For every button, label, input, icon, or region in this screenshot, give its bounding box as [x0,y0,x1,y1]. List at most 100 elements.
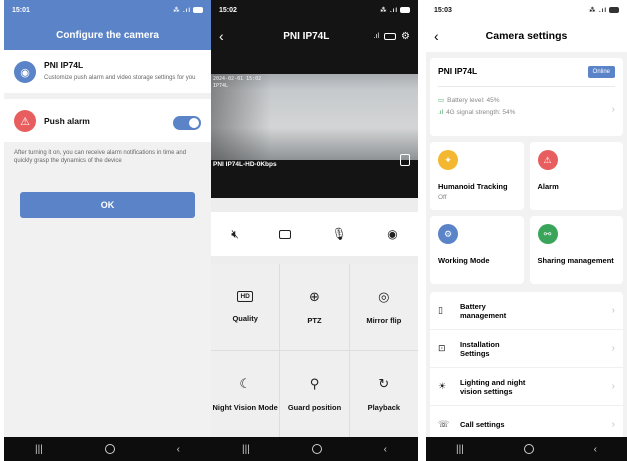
chevron-right-icon: › [611,104,615,115]
home-icon[interactable] [104,444,115,454]
tile-working-mode[interactable]: ⚙ Working Mode [430,216,524,284]
home-icon[interactable] [311,444,322,454]
feature-grid: HD Quality ⊕ PTZ ◎ Mirror flip ☾ Night V… [211,264,418,437]
guard-position-icon: ⚲ [309,375,320,391]
humanoid-tracking-icon: ✦ [438,150,458,170]
push-alarm-toggle[interactable] [173,115,201,130]
device-name: PNI IP74L [44,60,84,70]
list-item-installation-settings[interactable]: ⊡ Installation Settings › [430,330,623,368]
sharing-icon: ⚯ [537,224,558,244]
settings-gear-icon[interactable]: ⚙ [401,31,410,42]
fullscreen-icon[interactable] [400,154,410,166]
page-title: Camera settings [485,30,568,42]
tile-sublabel: Off [438,194,447,201]
settings-tiles: ✦ Humanoid Tracking Off ⚠ Alarm ⚙ Workin… [430,142,623,284]
signal-icon: ⁂ .ıl [173,7,191,14]
microphone-icon[interactable]: 🎙︎ [332,227,347,241]
feature-label: Quality [232,314,258,323]
list-item-label: Battery [460,301,486,311]
video-osd-timestamp: 2024-02-01 15:02 [213,76,262,82]
video-osd: 2024-02-01 15:02 IP74L [213,76,261,89]
status-time: 15:01 [12,6,30,14]
feature-guard-position[interactable]: ⚲ Guard position [280,351,349,437]
status-bar: 15:02 ⁂ .ıl [211,0,418,20]
status-time: 15:02 [219,6,237,14]
battery-status-icon [384,32,397,40]
back-button[interactable]: ‹ [219,28,239,44]
configure-camera-screen: 15:01 ⁂ .ıl Configure the camera ◉ PNI I… [4,0,211,461]
system-nav-bar: ||| ‹ [4,437,211,461]
playback-icon: ↻ [378,375,390,391]
feature-quality[interactable]: HD Quality [211,264,280,350]
working-mode-icon: ⚙ [438,224,458,244]
mirror-flip-icon: ◎ [378,288,390,304]
chevron-right-icon: › [611,381,615,392]
night-vision-icon: ☾ [239,375,251,391]
mute-icon[interactable]: 🔇︎ [231,227,239,242]
system-nav-bar: ||| ‹ [211,437,418,461]
recent-apps-icon[interactable]: ||| [456,444,464,455]
battery-level-icon: ▭ [438,97,445,104]
feature-night-vision[interactable]: ☾ Night Vision Mode [211,351,280,437]
settings-list: ▯ Battery management › ⊡ Installation Sett… [430,292,623,444]
status-bar: 15:03 ⁂ .ıl [426,0,627,20]
camera-icon: ◉ [14,61,36,83]
chevron-right-icon: › [611,305,615,316]
video-letterbox [211,52,418,74]
tile-label: Humanoid Tracking [438,182,508,191]
list-item-battery-management[interactable]: ▯ Battery management › [430,292,623,330]
tile-alarm[interactable]: ⚠ Alarm [529,142,623,210]
tile-humanoid-tracking[interactable]: ✦ Humanoid Tracking Off [430,142,524,210]
lighting-icon: ☀ [438,381,447,391]
battery-icon: ▯ [438,305,443,315]
feature-playback[interactable]: ↻ Playback [349,351,418,437]
system-nav-bar: ||| ‹ [426,437,627,461]
tile-label: Alarm [537,182,559,191]
feature-label: Mirror flip [366,315,402,325]
alarm-icon: ⚠ [537,150,558,170]
status-time: 15:03 [434,6,452,14]
list-item-label: Installation [460,339,500,349]
list-item-label-2: Settings [460,348,490,358]
record-icon[interactable] [279,229,292,239]
signal-strength-icon: .ıl [438,109,444,117]
signal-strength-icon: .ıl [373,32,380,40]
feature-label: PTZ [307,315,322,325]
header: ‹ Camera settings [426,20,627,52]
back-nav-icon[interactable]: ‹ [594,444,597,455]
alarm-icon: ⚠ [14,110,36,132]
divider [438,86,615,87]
tile-sharing-management[interactable]: ⚯ Sharing management [529,216,623,284]
device-info-row: ◉ PNI IP74L Customize push alarm and vid… [4,50,211,93]
feature-mirror-flip[interactable]: ◎ Mirror flip [349,264,418,350]
tile-label: Working Mode [438,256,490,265]
home-icon[interactable] [523,444,534,454]
camera-settings-screen: 15:03 ⁂ .ıl ‹ Camera settings PNI IP74L … [426,0,627,461]
list-item-lighting-night-vision[interactable]: ☀ Lighting and night vision settings › [430,368,623,406]
page-title: PNI IP74L [283,30,330,42]
installation-icon: ⊡ [438,343,446,353]
feature-label: Night Vision Mode [212,402,278,412]
tile-label: Sharing management [537,256,614,265]
header: ‹ PNI IP74L .ıl ⚙ [211,20,418,52]
live-video-feed[interactable]: 2024-02-01 15:02 IP74L [211,52,418,160]
snapshot-camera-icon[interactable]: ◉ [387,227,397,241]
signal-icon: ⁂ .ıl [589,7,607,14]
list-item-label: Lighting and night [460,377,526,387]
back-nav-icon[interactable]: ‹ [384,444,387,455]
chevron-right-icon: › [611,419,615,430]
phone-call-icon: ☏ [438,419,450,429]
push-alarm-label: Push alarm [44,115,90,126]
video-info-bar: PNI IP74L-HD-0Kbps [211,154,418,198]
recent-apps-icon[interactable]: ||| [242,444,250,455]
ok-button[interactable]: OK [20,191,195,218]
signal-strength-text: 4G signal strength: 54% [446,109,516,117]
list-item-label: Call settings [460,420,505,429]
device-card[interactable]: PNI IP74L Online ▭ Battery level: 45% .ıl… [430,58,623,136]
push-alarm-hint: After turning it on, you can receive ala… [4,142,211,173]
push-alarm-row: ⚠ Push alarm [4,99,211,142]
feature-ptz[interactable]: ⊕ PTZ [280,264,349,350]
back-button[interactable]: ‹ [434,28,458,44]
back-nav-icon[interactable]: ‹ [177,444,180,455]
recent-apps-icon[interactable]: ||| [35,444,43,455]
